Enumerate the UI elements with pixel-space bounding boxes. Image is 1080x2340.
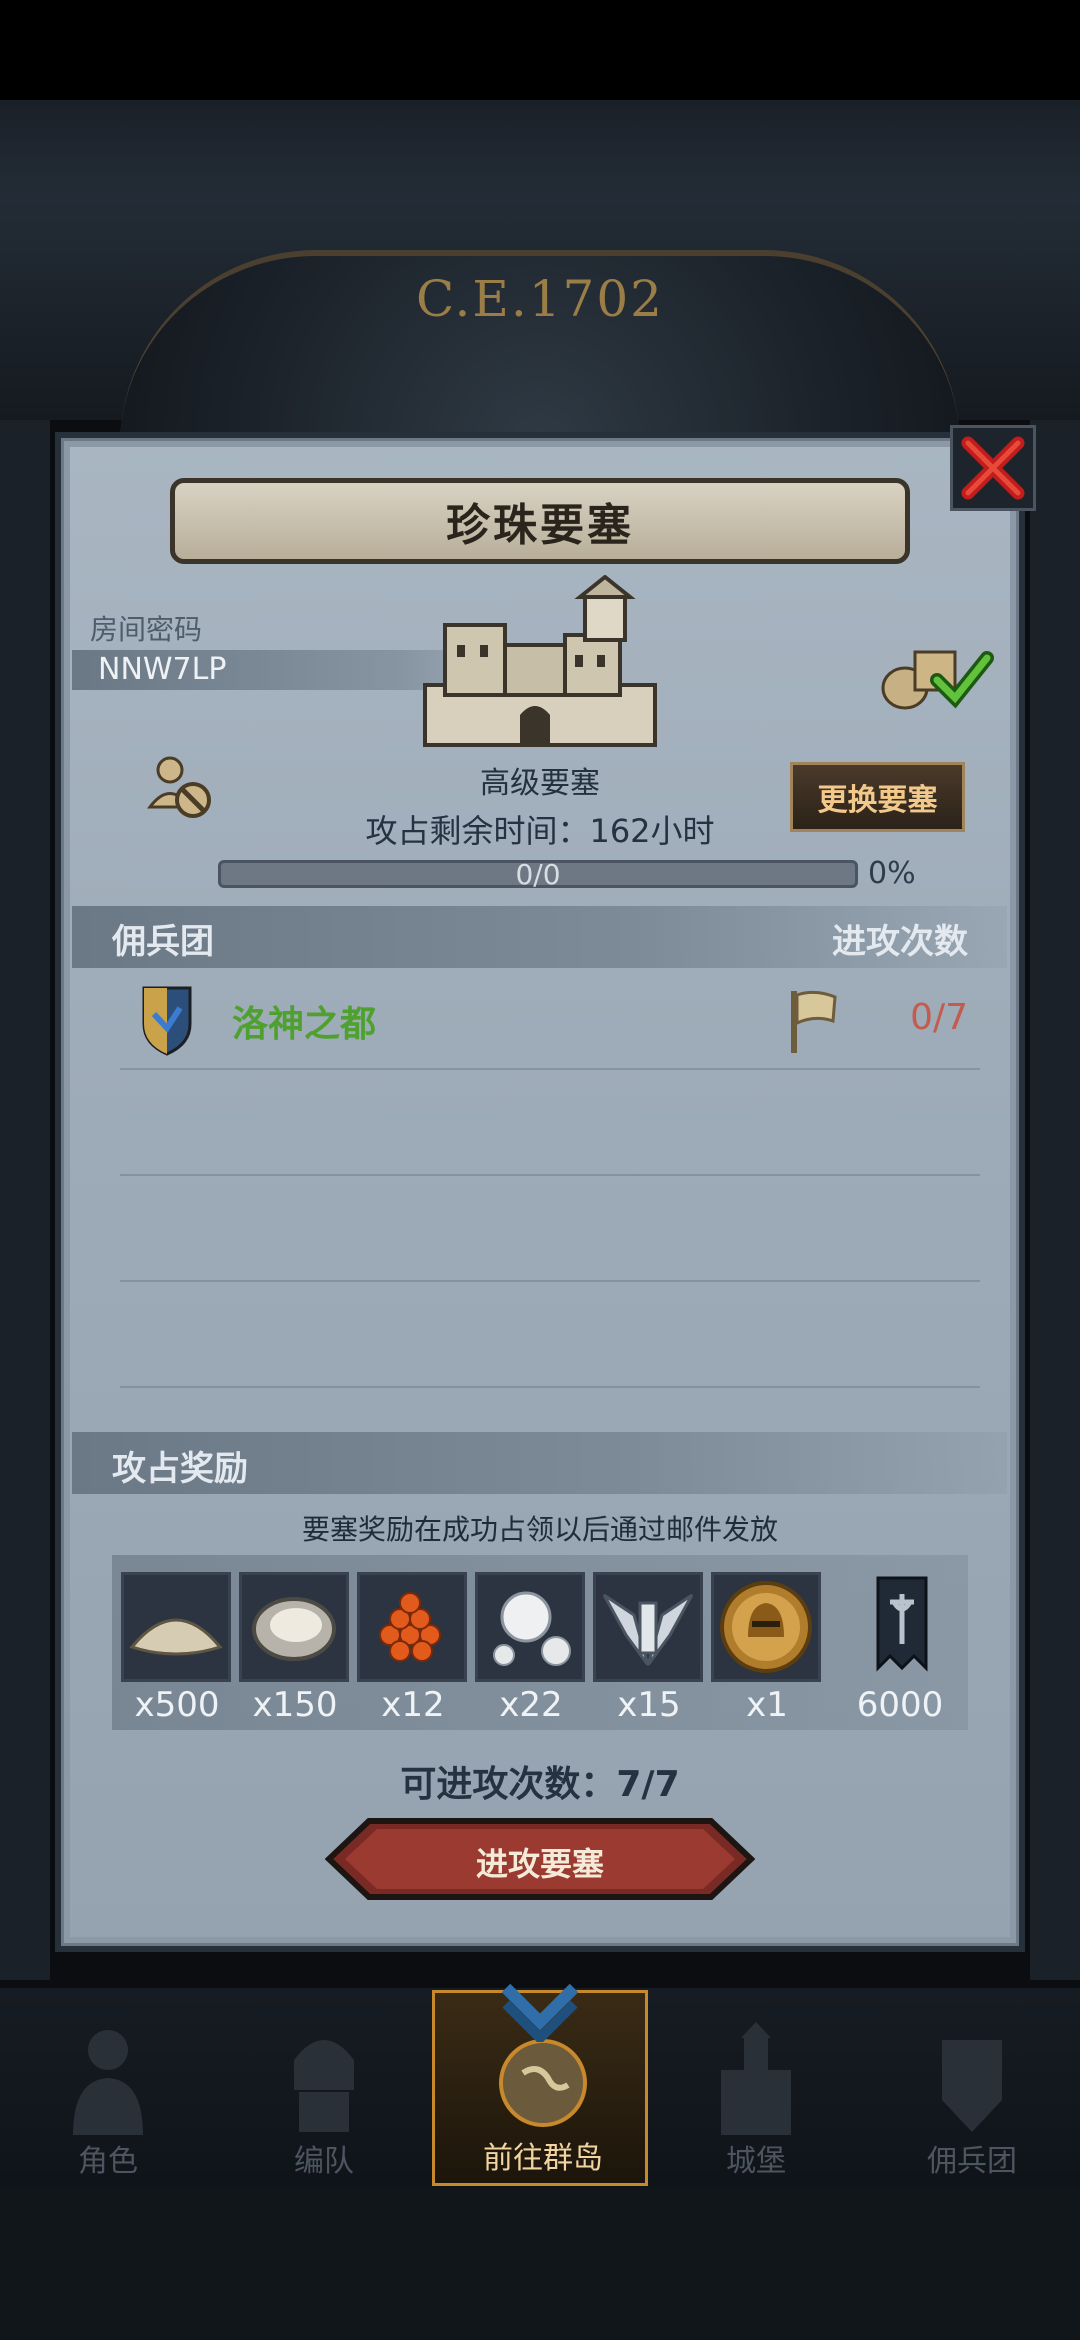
reward-sand-pile[interactable] [121, 1572, 231, 1682]
row-divider [120, 1174, 980, 1176]
close-icon [961, 436, 1025, 500]
nav-formation[interactable]: 编队 [216, 1990, 432, 2186]
room-code[interactable]: NNW7LP [98, 652, 226, 687]
reward-roe[interactable] [357, 1572, 467, 1682]
loot-ready-icon [881, 650, 994, 710]
capture-progress-count: 0/0 [515, 858, 561, 891]
room-password-label: 房间密码 [90, 613, 203, 646]
capture-progress-percent: 0% [868, 856, 916, 891]
mercenary-section-title: 佣兵团 [112, 922, 214, 962]
dialog-title-banner: 珍珠要塞 [170, 478, 910, 564]
roe-icon [360, 1575, 464, 1679]
knight-helmet-coin-icon [714, 1575, 818, 1679]
dialog-title: 珍珠要塞 [446, 500, 634, 551]
status-bar [0, 0, 1080, 100]
right-rail [1030, 420, 1080, 1980]
row-divider [120, 1068, 980, 1070]
reward-helmet-coin[interactable] [711, 1572, 821, 1682]
war-banner-icon [876, 1576, 928, 1672]
bottom-background [0, 2188, 1080, 2340]
silver-wings-icon [596, 1575, 700, 1679]
attack-fortress-button[interactable]: 进攻要塞 [325, 1817, 755, 1901]
nav-mercenaries[interactable]: 佣兵团 [864, 1990, 1080, 2186]
reward-section-title: 攻占奖励 [112, 1449, 248, 1489]
reward-pearl[interactable] [475, 1572, 585, 1682]
reward-qty-sand: x500 [134, 1685, 220, 1725]
nav-mercenaries-label: 佣兵团 [927, 2144, 1017, 2179]
reward-qty-banner: 6000 [856, 1685, 944, 1725]
sand-pile-icon [124, 1575, 228, 1679]
guild-shield-icon [142, 986, 192, 1056]
flag-icon [791, 990, 837, 1053]
time-remaining: 攻占剩余时间：162小时 [365, 812, 715, 850]
reward-qty-wings: x15 [617, 1685, 681, 1725]
castle-icon [721, 2022, 791, 2135]
nav-character[interactable]: 角色 [0, 1990, 216, 2186]
era-year: C.E.1702 [415, 270, 664, 328]
attacks-remaining: 可进攻次数：7/7 [400, 1764, 680, 1805]
nav-archipelago-label: 前往群岛 [483, 2141, 603, 2176]
character-icon [73, 2030, 143, 2135]
mercenary-row[interactable]: 洛神之都 0/7 [120, 975, 980, 1067]
nav-character-label: 角色 [78, 2144, 138, 2179]
oyster-icon [242, 1575, 346, 1679]
row-divider [120, 1386, 980, 1388]
fortress-icon [423, 575, 657, 747]
chevron-down-icon [501, 1983, 579, 2042]
mercenary-attack-count: 0/7 [910, 997, 968, 1038]
reward-note: 要塞奖励在成功占领以后通过邮件发放 [301, 1513, 778, 1546]
reward-silver-wings[interactable] [593, 1572, 703, 1682]
mercenary-icon [942, 2040, 1002, 2132]
nav-formation-label: 编队 [294, 2144, 354, 2179]
reward-qty-helmet: x1 [746, 1685, 788, 1725]
attack-count-header: 进攻次数 [832, 922, 968, 962]
row-divider [120, 1280, 980, 1282]
nav-castle-label: 城堡 [726, 2144, 786, 2179]
reward-oyster[interactable] [239, 1572, 349, 1682]
close-button[interactable] [950, 425, 1036, 511]
attack-fortress-label: 进攻要塞 [475, 1845, 604, 1883]
reward-qty-pearl: x22 [499, 1685, 563, 1725]
reward-qty-oyster: x150 [252, 1685, 338, 1725]
left-rail [0, 420, 50, 1980]
reward-war-banner[interactable] [850, 1572, 960, 1682]
formation-icon [294, 2040, 354, 2132]
reward-qty-roe: x12 [381, 1685, 445, 1725]
mercenary-name: 洛神之都 [232, 1004, 377, 1045]
pearl-icon [478, 1575, 582, 1679]
nav-castle[interactable]: 城堡 [648, 1990, 864, 2186]
